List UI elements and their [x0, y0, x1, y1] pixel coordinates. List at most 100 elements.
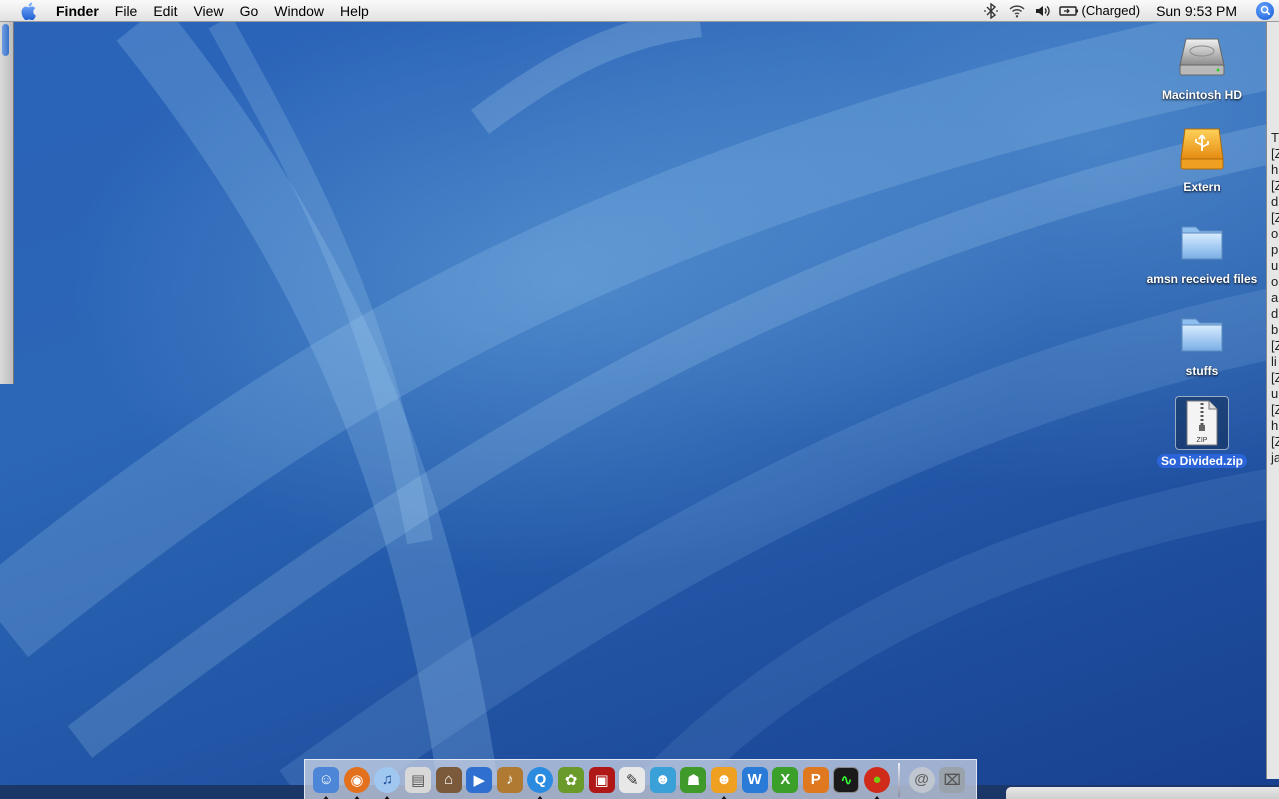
- dock-finder-icon[interactable]: ☺: [311, 763, 342, 799]
- dock-itunes-icon[interactable]: ♫: [372, 763, 403, 799]
- dock-preview-icon[interactable]: ▤: [403, 763, 434, 797]
- window-text-line: ja: [1271, 450, 1279, 465]
- menu-view[interactable]: View: [185, 0, 231, 22]
- battery-icon[interactable]: [1056, 0, 1082, 22]
- itunes-icon: ♫: [374, 766, 401, 793]
- menu-window[interactable]: Window: [266, 0, 332, 22]
- window-text-line: d: [1271, 194, 1279, 209]
- dock-powerpoint-icon[interactable]: P: [801, 763, 832, 797]
- trash-icon: ⌧: [939, 766, 966, 793]
- window-text-line: o: [1271, 274, 1279, 289]
- dock-firefox-icon[interactable]: ◉: [342, 763, 373, 799]
- desktop-wallpaper[interactable]: [0, 22, 1279, 799]
- window-text-line: d: [1271, 306, 1279, 321]
- menu-help[interactable]: Help: [332, 0, 377, 22]
- apple-logo-icon: [21, 2, 36, 20]
- menu-app-finder[interactable]: Finder: [56, 0, 107, 22]
- battery-status-text: (Charged): [1081, 3, 1141, 18]
- window-text-line: u: [1271, 386, 1279, 401]
- bluetooth-icon[interactable]: [978, 0, 1004, 22]
- photo-booth-icon: ▣: [588, 766, 615, 793]
- zip-file-icon: ZIP: [1175, 396, 1229, 450]
- dock-script-editor-icon[interactable]: ✎: [617, 763, 648, 797]
- dock-excel-icon[interactable]: X: [770, 763, 801, 797]
- dock-trash-icon[interactable]: ⌧: [937, 763, 968, 797]
- word-icon: W: [741, 766, 768, 793]
- menu-file[interactable]: File: [107, 0, 146, 22]
- dock: ☺ ◉ ♫ ▤ ⌂ ▶ ♪ Q ✿ ▣ ✎ ☻ ☗ ☻ W X P ∿ ● @ …: [304, 759, 977, 799]
- dock-amsn-icon[interactable]: ☗: [678, 763, 709, 797]
- volume-icon[interactable]: [1030, 0, 1056, 22]
- desktop-icon-label: Extern: [1183, 180, 1221, 194]
- dock-photo-booth-icon[interactable]: ▣: [586, 763, 617, 797]
- msn-messenger-icon: ☻: [649, 766, 676, 793]
- window-text-line: o: [1271, 226, 1279, 241]
- dock-adium-icon[interactable]: ✿: [556, 763, 587, 797]
- desktop-icon-stuffs[interactable]: stuffs: [1137, 306, 1267, 380]
- hard-drive-icon: [1175, 30, 1229, 84]
- window-text-line: p: [1271, 242, 1279, 257]
- spotlight-icon: [1256, 1, 1274, 20]
- menu-edit[interactable]: Edit: [145, 0, 185, 22]
- background-window-right-edge[interactable]: T [Z h [Z d [Z o p u o a d b [Z li [Z u …: [1266, 22, 1279, 779]
- window-text-line: li: [1271, 354, 1277, 369]
- folder-icon: [1175, 214, 1229, 268]
- running-indicator: [536, 795, 545, 799]
- zip-badge-text: ZIP: [1197, 437, 1208, 444]
- dock-messenger-icon[interactable]: ☻: [709, 763, 740, 799]
- dock-activity-monitor-icon[interactable]: ∿: [831, 763, 862, 797]
- desktop-icon-so-divided-zip[interactable]: ZIP So Divided.zip: [1137, 396, 1267, 470]
- firefox-icon: ◉: [343, 766, 370, 793]
- dock-imovie-icon[interactable]: ▶: [464, 763, 495, 797]
- mail-at-icon: @: [908, 766, 935, 793]
- dock-msn-messenger-icon[interactable]: ☻: [648, 763, 679, 797]
- running-indicator: [352, 795, 361, 799]
- window-text-line: [Z: [1271, 434, 1279, 449]
- desktop-icon-macintosh-hd[interactable]: Macintosh HD: [1137, 30, 1267, 104]
- window-text-line: [Z: [1271, 178, 1279, 193]
- adium-icon: ✿: [558, 766, 585, 793]
- finder-icon: ☺: [313, 766, 340, 793]
- apple-menu[interactable]: [0, 2, 56, 20]
- window-text-line: u: [1271, 258, 1279, 273]
- window-text-line: [Z: [1271, 146, 1279, 161]
- wifi-icon[interactable]: [1004, 0, 1030, 22]
- amsn-icon: ☗: [680, 766, 707, 793]
- window-text-line: [Z: [1271, 210, 1279, 225]
- spotlight-button[interactable]: [1251, 1, 1279, 20]
- scrollbar-thumb[interactable]: [2, 24, 9, 56]
- background-window-bottom-edge[interactable]: [1006, 787, 1279, 799]
- menu-go[interactable]: Go: [232, 0, 267, 22]
- dock-garageband-icon[interactable]: ♪: [495, 763, 526, 797]
- desktop-icon-label: So Divided.zip: [1156, 454, 1247, 468]
- tomato-icon: ●: [863, 766, 890, 793]
- window-text-line: a: [1271, 290, 1279, 305]
- desktop-icon-amsn-received-files[interactable]: amsn received files: [1137, 214, 1267, 288]
- excel-icon: X: [772, 766, 799, 793]
- running-indicator: [720, 795, 729, 799]
- window-text-line: T: [1271, 130, 1279, 145]
- garageband-icon: ♪: [496, 766, 523, 793]
- usb-drive-icon: [1175, 122, 1229, 176]
- dock-iphoto-icon[interactable]: ⌂: [433, 763, 464, 797]
- dock-word-icon[interactable]: W: [739, 763, 770, 797]
- imovie-icon: ▶: [466, 766, 493, 793]
- desktop-icon-extern[interactable]: Extern: [1137, 122, 1267, 196]
- window-text-line: [Z: [1271, 338, 1279, 353]
- running-indicator: [872, 795, 881, 799]
- running-indicator: [383, 795, 392, 799]
- dock-quicktime-icon[interactable]: Q: [525, 763, 556, 799]
- dock-tomato-icon[interactable]: ●: [862, 763, 893, 799]
- background-window-left-edge[interactable]: [0, 22, 14, 384]
- menu-clock[interactable]: Sun 9:53 PM: [1146, 3, 1251, 19]
- dock-mail-at-icon[interactable]: @: [906, 763, 937, 797]
- window-text-line: h: [1271, 162, 1279, 177]
- iphoto-icon: ⌂: [435, 766, 462, 793]
- window-text-line: [Z: [1271, 370, 1279, 385]
- window-text-line: h: [1271, 418, 1279, 433]
- folder-icon: [1175, 306, 1229, 360]
- messenger-icon: ☻: [711, 766, 738, 793]
- preview-icon: ▤: [405, 766, 432, 793]
- quicktime-icon: Q: [527, 766, 554, 793]
- window-text-line: [Z: [1271, 402, 1279, 417]
